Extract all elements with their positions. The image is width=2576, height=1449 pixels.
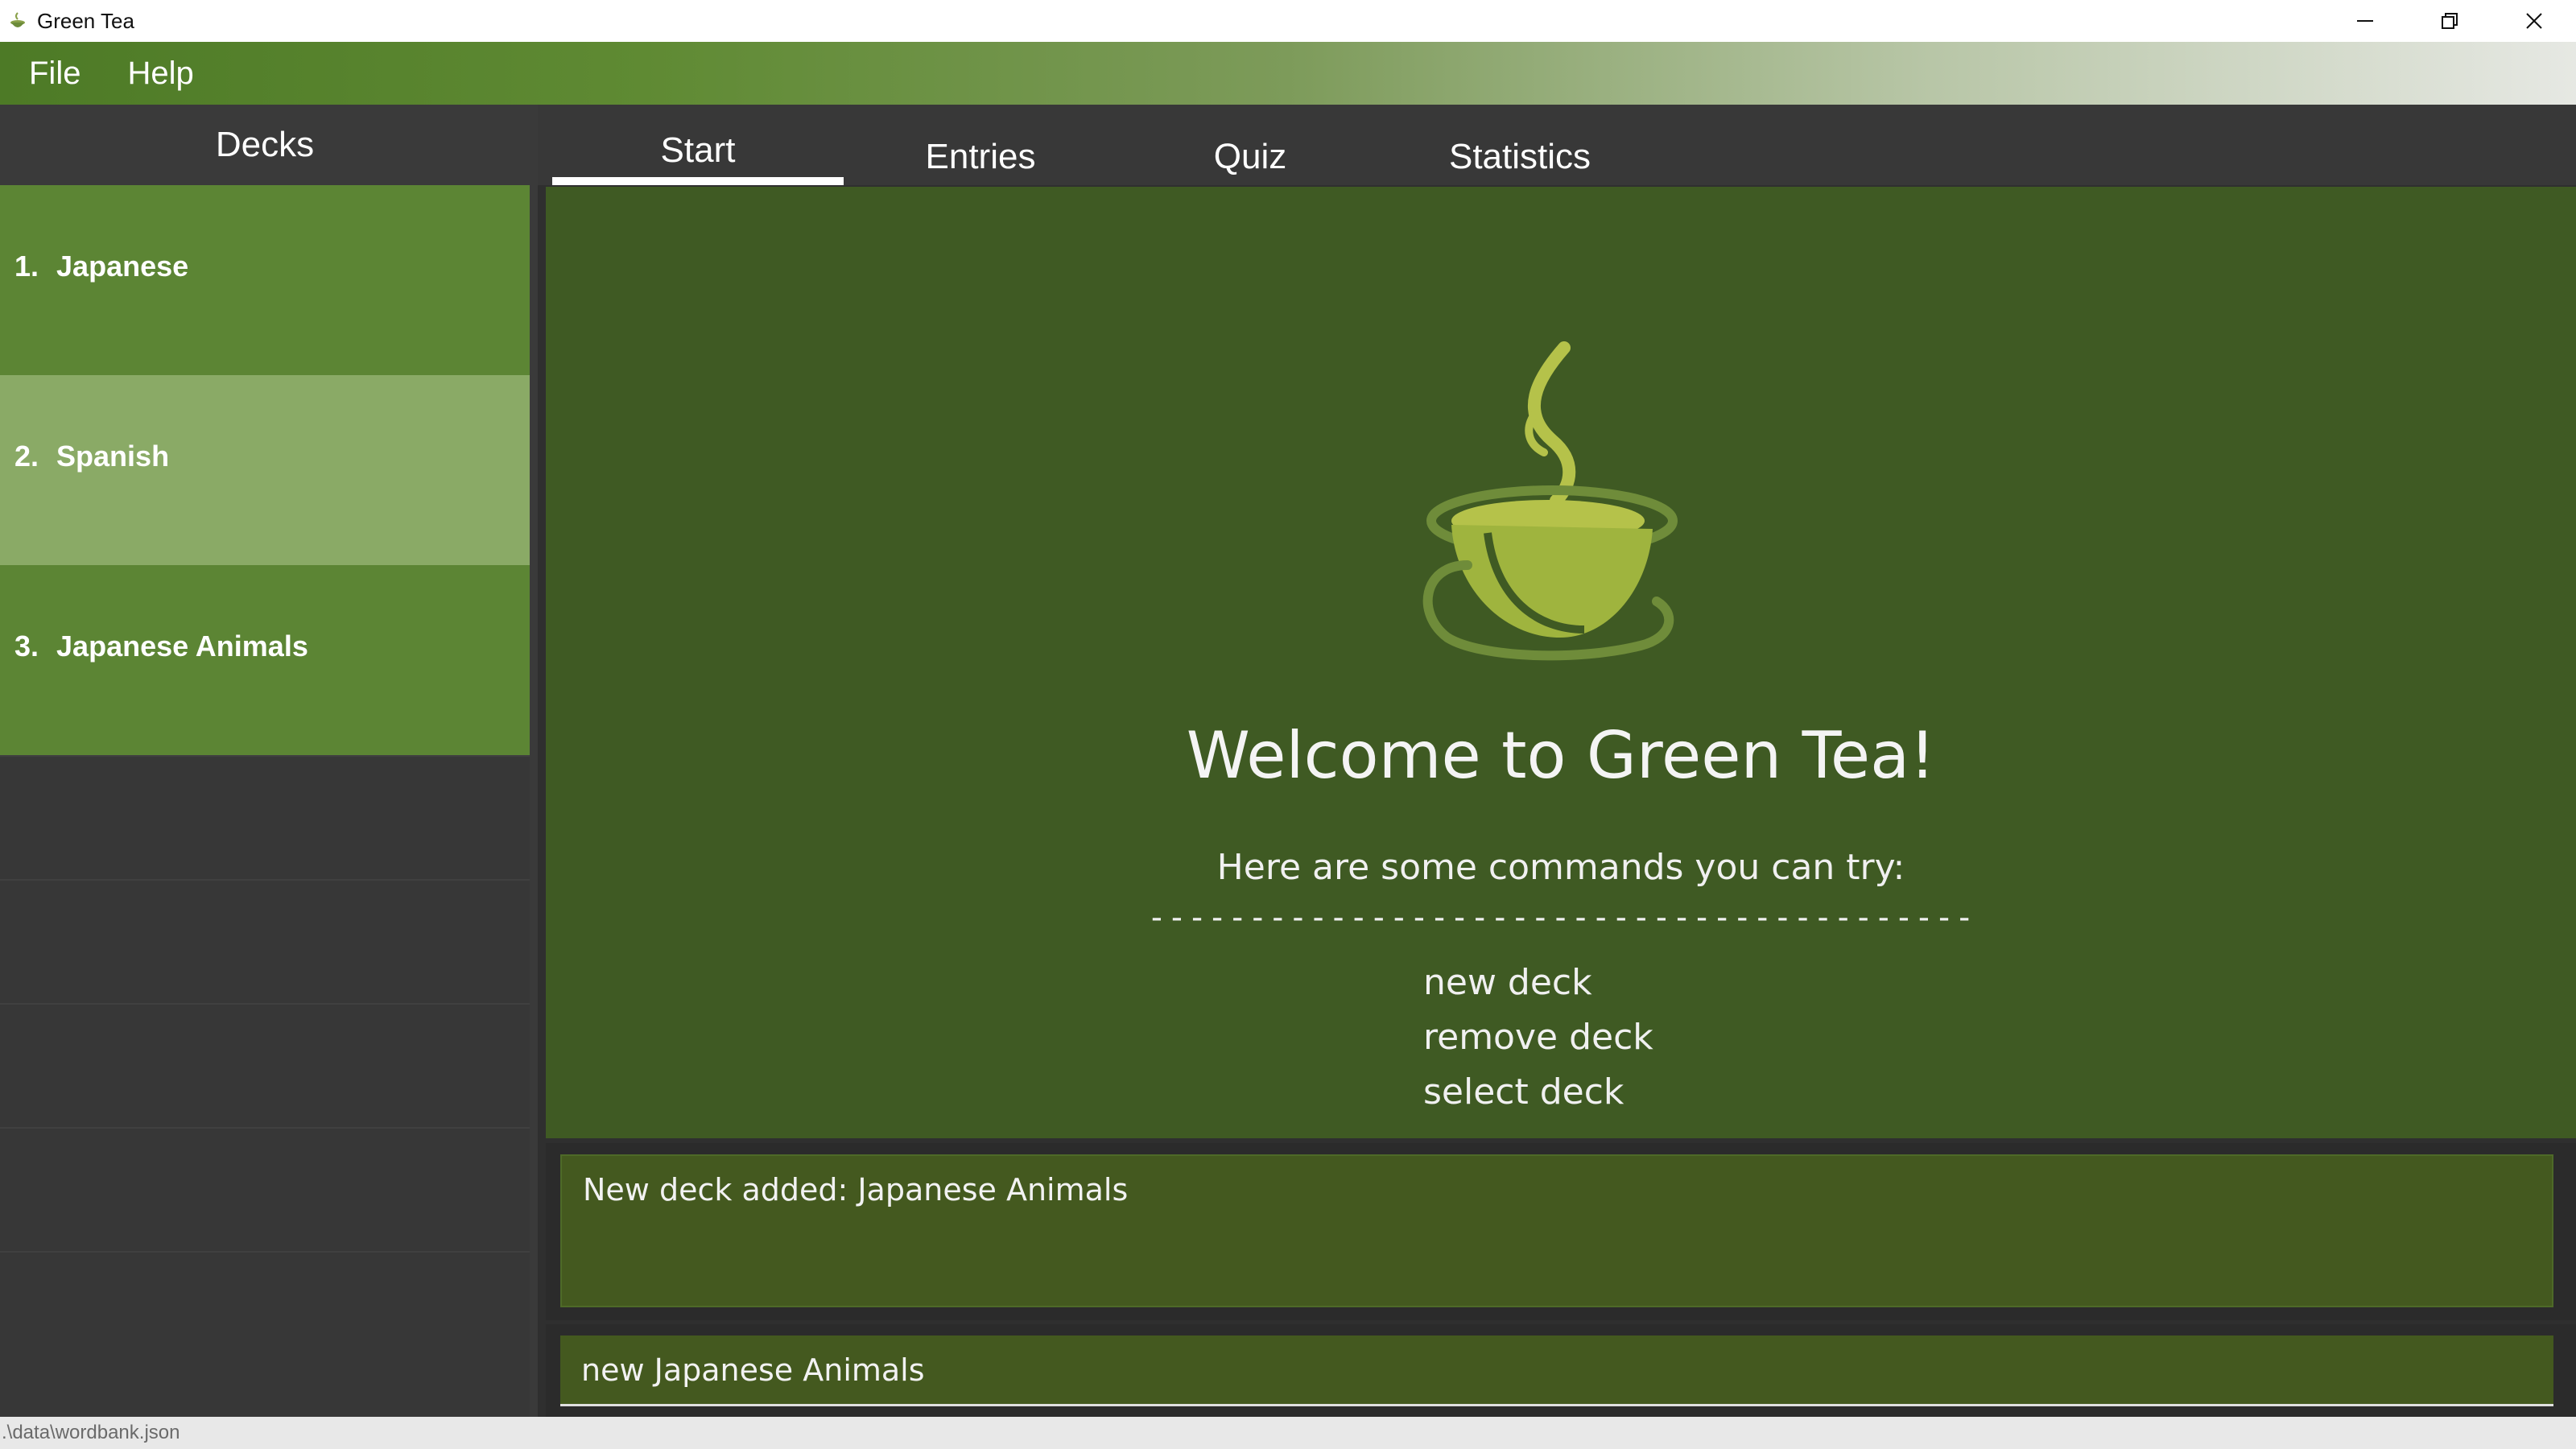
empty-list-row (0, 1251, 530, 1375)
tab-start[interactable]: Start (552, 105, 844, 185)
tab-bar: Start Entries Quiz Statistics (538, 105, 2576, 185)
command-suggestion: select deck (1423, 1071, 1624, 1113)
restore-button[interactable] (2407, 0, 2491, 42)
tab-entries[interactable]: Entries (844, 105, 1117, 185)
tab-statistics[interactable]: Statistics (1383, 105, 1657, 185)
result-panel: New deck added: Japanese Animals (546, 1143, 2576, 1320)
empty-list-row (0, 1003, 530, 1127)
title-bar: Green Tea (0, 0, 2576, 42)
status-bar: .\data\wordbank.json (0, 1417, 2576, 1449)
tea-cup-icon (6, 10, 29, 32)
data-file-path: .\data\wordbank.json (2, 1422, 180, 1443)
minimize-icon (2356, 20, 2373, 22)
commands-divider: ----------------------------------------… (1146, 899, 1975, 936)
deck-index: 2. (14, 440, 39, 473)
main-panel: Start Entries Quiz Statistics Welcome to… (538, 105, 2576, 1417)
sidebar-header: Decks (0, 105, 530, 185)
empty-list-row (0, 879, 530, 1003)
empty-list-row (0, 755, 530, 879)
command-panel (546, 1324, 2576, 1417)
menu-bar: File Help (0, 42, 2576, 105)
menu-help[interactable]: Help (95, 56, 208, 92)
welcome-heading: Welcome to Green Tea! (1186, 718, 1936, 793)
restore-icon (2441, 13, 2458, 29)
green-tea-logo-icon (1422, 341, 1678, 661)
deck-index: 3. (14, 630, 39, 663)
start-tab-content: Welcome to Green Tea! Here are some comm… (546, 187, 2576, 1138)
commands-intro: Here are some commands you can try: (1216, 847, 1905, 888)
deck-name: Japanese (56, 250, 189, 283)
deck-item-spanish[interactable]: 2. Spanish (0, 375, 530, 565)
deck-item-japanese[interactable]: 1. Japanese (0, 185, 530, 375)
close-icon (2525, 13, 2542, 29)
close-button[interactable] (2491, 0, 2576, 42)
menu-file[interactable]: File (0, 56, 95, 92)
window-controls (2322, 0, 2576, 42)
deck-name: Japanese Animals (56, 630, 308, 663)
minimize-button[interactable] (2322, 0, 2407, 42)
window-title: Green Tea (37, 8, 134, 33)
deck-index: 1. (14, 250, 39, 283)
command-suggestion: new deck (1423, 962, 1592, 1003)
empty-list-row (0, 1127, 530, 1251)
command-suggestion: remove deck (1423, 1017, 1653, 1058)
result-display: New deck added: Japanese Animals (560, 1154, 2553, 1307)
deck-item-japanese-animals[interactable]: 3. Japanese Animals (0, 565, 530, 755)
command-input[interactable] (560, 1335, 2553, 1406)
deck-name: Spanish (56, 440, 170, 473)
deck-sidebar: Decks 1. Japanese 2. Spanish 3. Japanese… (0, 105, 530, 1417)
command-suggestions: new deck remove deck select deck (1423, 956, 1653, 1120)
tab-quiz[interactable]: Quiz (1117, 105, 1383, 185)
